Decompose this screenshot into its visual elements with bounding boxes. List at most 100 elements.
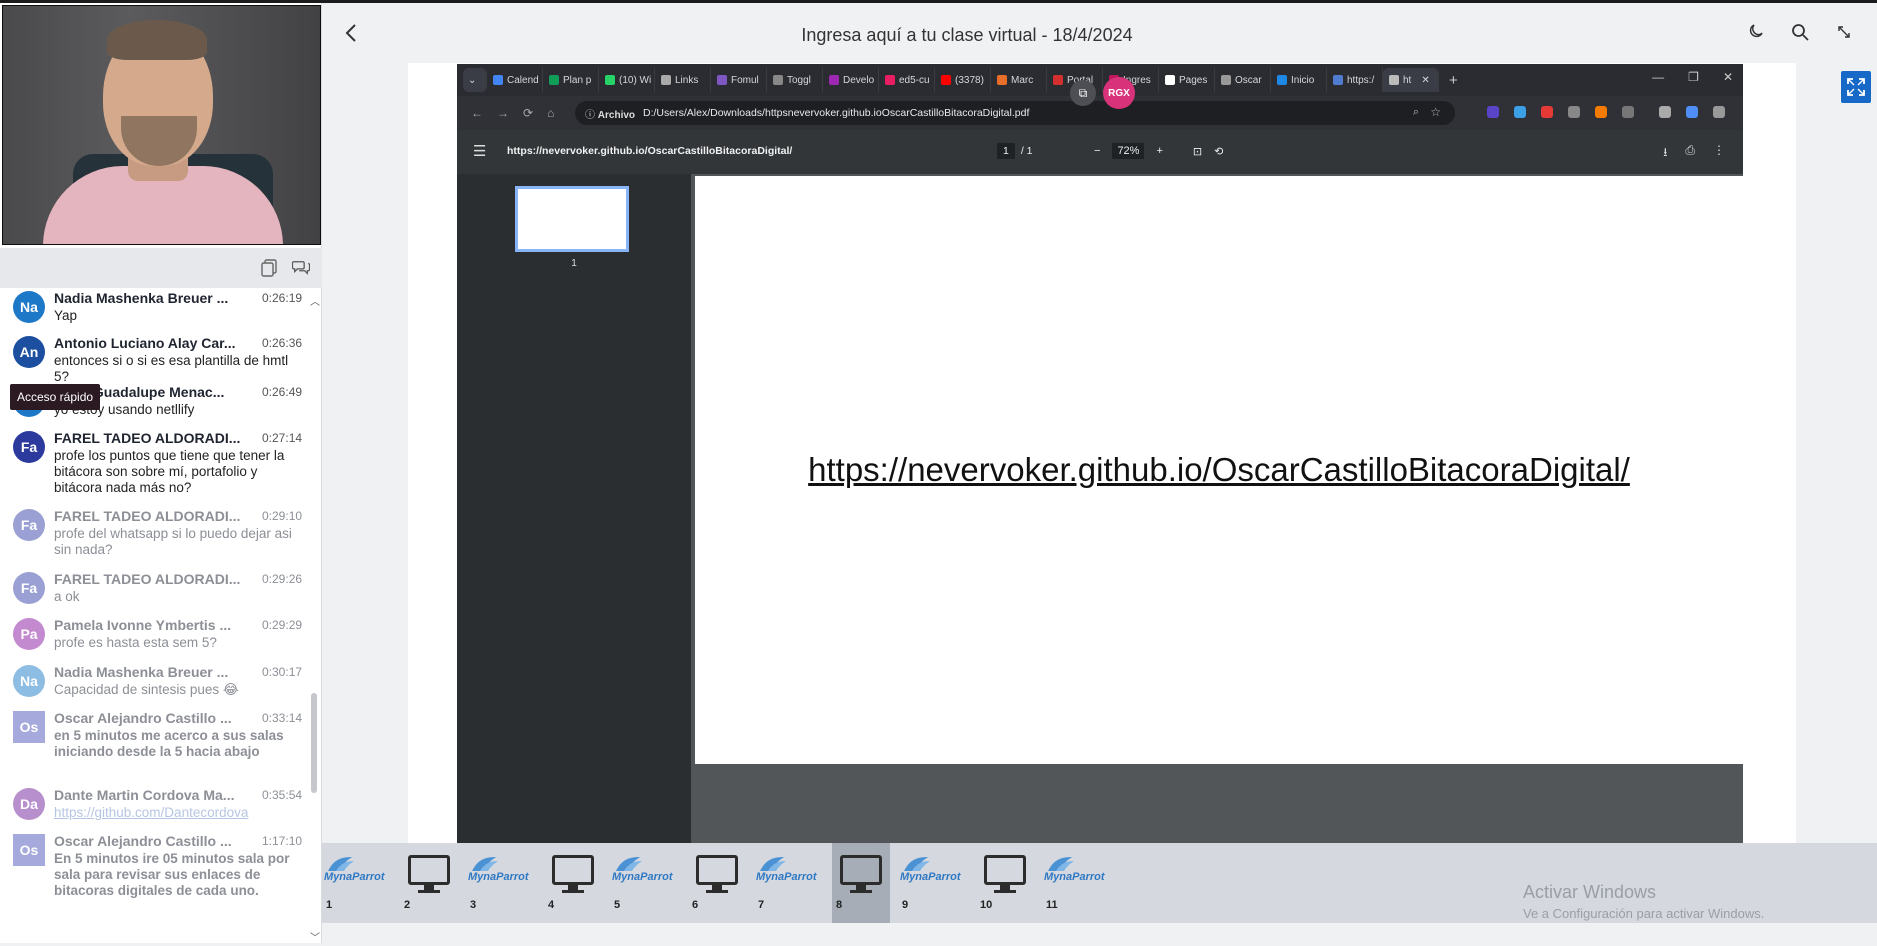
chat-text: profe del whatsapp si lo puedo dejar asi… xyxy=(54,526,292,557)
browser-forward-icon[interactable]: → xyxy=(497,106,509,120)
bookmark-star-icon[interactable]: ☆ xyxy=(1430,105,1441,119)
room-4[interactable]: 4 xyxy=(544,843,602,923)
pdf-viewport[interactable]: https://nevervoker.github.io/OscarCastil… xyxy=(691,174,1743,844)
rotate-page-icon[interactable]: ⟲ xyxy=(1214,145,1223,158)
avatar[interactable]: Os xyxy=(13,711,45,743)
avatar[interactable]: Na xyxy=(13,665,45,697)
browser-back-icon[interactable]: ← xyxy=(471,106,483,120)
room-5[interactable]: MynaParrot 5 xyxy=(610,843,680,923)
browser-tab[interactable]: (10) Wi xyxy=(599,68,655,92)
avatar[interactable]: Fa xyxy=(13,572,45,604)
browser-tab[interactable]: Fomul xyxy=(711,68,767,92)
logo-wordmark: MynaParrot xyxy=(1044,871,1105,883)
room-7[interactable]: MynaParrot 7 xyxy=(754,843,824,923)
room-1[interactable]: MynaParrot 1 xyxy=(322,843,392,923)
browser-tab[interactable]: Plan p xyxy=(543,68,599,92)
microphone-icon[interactable] xyxy=(1568,106,1580,118)
moon-icon[interactable] xyxy=(1749,23,1765,46)
browser-tab[interactable]: Marc xyxy=(991,68,1047,92)
room-number: 5 xyxy=(614,899,621,911)
scroll-down-icon[interactable]: ﹀ xyxy=(310,929,320,944)
room-6[interactable]: 6 xyxy=(688,843,746,923)
address-bar: ← → ⟳ ⌂ ⓘ Archivo D:/Users/Alex/Download… xyxy=(457,96,1743,130)
tab-label: Inicio xyxy=(1291,74,1315,86)
browser-tab[interactable]: Links xyxy=(655,68,711,92)
avatar[interactable]: Os xyxy=(13,834,45,866)
mynaparrot-logo: MynaParrot xyxy=(1044,855,1112,887)
picture-in-picture-icon[interactable]: ⧉ xyxy=(1070,80,1096,106)
zoom-in-icon[interactable]: + xyxy=(1156,145,1162,157)
avatar[interactable]: Fa xyxy=(13,431,45,463)
more-options-icon[interactable]: ⋮ xyxy=(1713,143,1725,164)
download-pdf-icon[interactable]: ⭳ xyxy=(1663,143,1667,164)
browser-tab[interactable]: Calend xyxy=(487,68,543,92)
chat-link[interactable]: https://github.com/Dantecordova xyxy=(54,805,304,821)
logo-wordmark: MynaParrot xyxy=(612,871,673,883)
chat-bubbles-icon[interactable] xyxy=(292,259,310,277)
zoom-level[interactable]: 72% xyxy=(1112,143,1145,159)
webcam-video[interactable] xyxy=(2,5,321,245)
browser-tab[interactable]: https:/ xyxy=(1327,68,1383,92)
page-number-input[interactable]: 1 xyxy=(997,143,1015,159)
pdf-hyperlink[interactable]: https://nevervoker.github.io/OscarCastil… xyxy=(695,451,1743,489)
fit-page-icon[interactable]: ⊡ xyxy=(1193,145,1202,158)
room-11[interactable]: MynaParrot 11 xyxy=(1042,843,1112,923)
browser-tab[interactable]: ht ✕ xyxy=(1383,68,1439,92)
avatar[interactable]: Fa xyxy=(13,509,45,541)
browser-tab[interactable]: Toggl xyxy=(767,68,823,92)
browser-tab[interactable]: ed5-cu xyxy=(879,68,935,92)
header-actions xyxy=(1749,23,1853,46)
print-icon[interactable]: ⎙ xyxy=(1685,143,1695,164)
extension-icon[interactable] xyxy=(1541,106,1553,118)
puzzle-icon[interactable] xyxy=(1622,106,1634,118)
download-icon[interactable] xyxy=(1659,106,1671,118)
hamburger-menu-icon[interactable]: ☰ xyxy=(473,142,486,160)
url-field[interactable]: ⓘ Archivo D:/Users/Alex/Downloads/httpsn… xyxy=(575,101,1455,125)
extension-icon[interactable] xyxy=(1487,106,1499,118)
new-tab-button[interactable]: + xyxy=(1439,72,1468,89)
zoom-out-icon[interactable]: − xyxy=(1094,145,1100,157)
shared-browser-window[interactable]: ⌄ Calend Plan p (10) Wi Links Fomul Toggl Deve… xyxy=(457,64,1743,844)
room-2[interactable]: 2 xyxy=(400,843,458,923)
reload-icon[interactable]: ⟳ xyxy=(523,106,533,120)
copy-icon[interactable] xyxy=(260,259,278,277)
avatar[interactable]: An xyxy=(13,336,45,368)
minimize-icon[interactable]: — xyxy=(1652,70,1664,84)
profile-icon[interactable] xyxy=(1686,106,1698,118)
profile-badge[interactable]: RGX xyxy=(1103,77,1135,109)
chat-sender-name: Dante Martin Cordova Ma... xyxy=(54,787,235,803)
room-10[interactable]: 10 xyxy=(976,843,1034,923)
chat-timestamp: 1:17:10 xyxy=(262,834,303,848)
home-icon[interactable]: ⌂ xyxy=(547,106,554,120)
chat-scrollbar[interactable]: ︿ ﹀ xyxy=(310,293,320,944)
extension-icon[interactable] xyxy=(1514,106,1526,118)
page-thumbnail[interactable] xyxy=(515,186,629,252)
avatar[interactable]: Na xyxy=(13,291,45,323)
logo-wordmark: MynaParrot xyxy=(324,871,385,883)
monitor-icon xyxy=(552,855,594,885)
more-menu-icon[interactable] xyxy=(1713,106,1725,118)
avatar[interactable]: Da xyxy=(13,788,45,820)
room-9[interactable]: MynaParrot 9 xyxy=(898,843,968,923)
extension-icon[interactable] xyxy=(1595,106,1607,118)
scroll-up-icon[interactable]: ︿ xyxy=(310,293,320,308)
search-icon[interactable] xyxy=(1791,23,1809,46)
scroll-thumb[interactable] xyxy=(311,693,317,793)
room-3[interactable]: MynaParrot 3 xyxy=(466,843,536,923)
room-8[interactable]: 8 xyxy=(832,843,890,923)
browser-tab[interactable]: (3378) xyxy=(935,68,991,92)
avatar[interactable]: Pa xyxy=(13,618,45,650)
tab-close-icon[interactable]: ✕ xyxy=(1421,75,1429,86)
url-text: D:/Users/Alex/Downloads/httpsnevervoker.… xyxy=(643,107,1030,119)
browser-tab[interactable]: Inicio xyxy=(1271,68,1327,92)
restore-icon[interactable]: ❐ xyxy=(1688,70,1699,84)
browser-tab[interactable]: Pages xyxy=(1159,68,1215,92)
browser-tab[interactable]: Develo xyxy=(823,68,879,92)
tab-favicon-icon xyxy=(1053,75,1063,85)
close-icon[interactable]: ✕ xyxy=(1723,70,1733,84)
tab-search-dropdown[interactable]: ⌄ xyxy=(463,68,487,92)
rotate-icon[interactable] xyxy=(1835,23,1853,46)
fullscreen-button[interactable] xyxy=(1841,71,1871,103)
browser-tab[interactable]: Oscar xyxy=(1215,68,1271,92)
zoom-icon[interactable]: ⌕ xyxy=(1413,106,1419,119)
